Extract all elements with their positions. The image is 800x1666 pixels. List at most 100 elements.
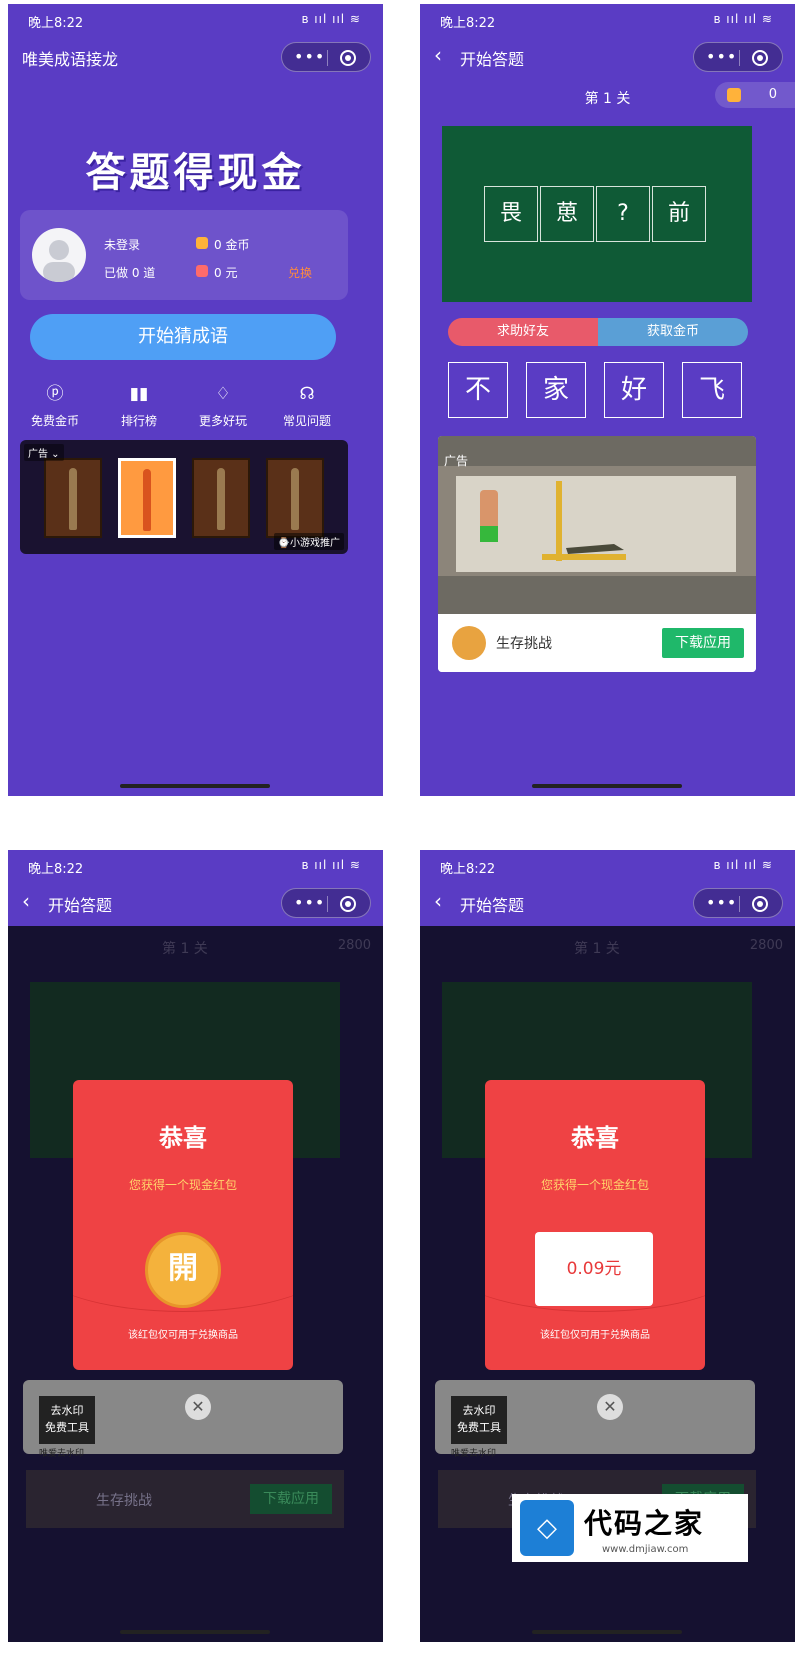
nav-bar: ‹ 开始答题 ••• — [420, 880, 795, 926]
more-icon[interactable]: ••• — [706, 47, 737, 66]
red-packet-subtitle: 您获得一个现金红包 — [540, 1178, 649, 1192]
watermark-app-name: 唯爱去水印 — [451, 1449, 497, 1459]
answer-option[interactable]: 好 — [604, 362, 664, 418]
home-indicator — [532, 784, 682, 788]
coin-icon — [196, 237, 208, 249]
status-bar: 晚上8:22 ʙ ııl ııl ≋ — [420, 4, 795, 34]
get-coins-button[interactable]: 获取金币 — [598, 318, 748, 346]
ad-footer-dimmed: 生存挑战 下载应用 — [26, 1470, 344, 1528]
signal-icons: ʙ ııl ııl ≋ — [713, 858, 773, 872]
ad-banner[interactable]: 广告 ⌄ ⌚小游戏推广 — [20, 440, 348, 554]
cash-balance: 0 元 — [214, 266, 238, 280]
status-time: 晚上8:22 — [440, 862, 496, 877]
user-avatar-icon — [43, 240, 75, 282]
menu-free-coins[interactable]: ⓟ 免费金币 — [20, 384, 90, 429]
more-icon[interactable]: ••• — [294, 47, 325, 66]
miniprogram-capsule[interactable]: ••• — [693, 888, 783, 918]
ask-friend-button[interactable]: 求助好友 — [448, 318, 598, 346]
user-card: 未登录 已做 0 道 0 金币 0 元 兑换 — [20, 210, 348, 300]
status-time: 晚上8:22 — [28, 862, 84, 877]
home-indicator — [120, 784, 270, 788]
overlay[interactable]: 第 1 关 2800 生存挑战 下载应用 恭喜 您获得一个现金红包 開 该红包仅… — [8, 926, 383, 1642]
close-miniprogram-icon[interactable] — [340, 50, 356, 66]
status-time: 晚上8:22 — [28, 16, 84, 31]
coin-icon — [727, 88, 741, 102]
congrats-title: 恭喜 — [159, 1124, 207, 1152]
signal-icons: ʙ ııl ııl ≋ — [301, 858, 361, 872]
brand-title: 代码之家 — [584, 1507, 705, 1540]
more-icon[interactable]: ••• — [706, 893, 737, 912]
miniprogram-capsule[interactable]: ••• — [281, 888, 371, 918]
answered-count: 已做 0 道 — [104, 266, 156, 280]
back-icon[interactable]: ‹ — [434, 889, 442, 913]
open-red-packet-button[interactable]: 開 — [145, 1232, 221, 1308]
menu-more-fun[interactable]: ♢ 更多好玩 — [188, 384, 258, 429]
home-indicator — [532, 1630, 682, 1634]
back-icon[interactable]: ‹ — [434, 43, 442, 67]
ad-footer: 生存挑战 下载应用 — [438, 614, 756, 672]
close-miniprogram-icon[interactable] — [752, 50, 768, 66]
close-miniprogram-icon[interactable] — [752, 896, 768, 912]
status-bar: 晚上8:22 ʙ ııl ııl ≋ — [8, 4, 383, 34]
nav-bar: 唯美成语接龙 ••• — [8, 34, 383, 80]
miniprogram-capsule[interactable]: ••• — [693, 42, 783, 72]
nav-title: 唯美成语接龙 — [22, 50, 119, 69]
sword-card — [44, 458, 102, 538]
watermark-ad[interactable]: 去水印 免费工具 唯爱去水印 ✕ — [23, 1380, 343, 1459]
ad-tag: 广告 — [444, 454, 469, 468]
hero-title: 答题得现金 — [85, 150, 306, 196]
ad-tag[interactable]: 广告 ⌄ — [24, 444, 64, 461]
start-guess-button[interactable]: 开始猜成语 — [30, 314, 336, 360]
coin-icon: ⓟ — [46, 384, 64, 404]
ad-game-image[interactable]: 广告 — [438, 436, 756, 614]
signal-icons: ʙ ııl ııl ≋ — [301, 12, 361, 26]
coin-value: 2800 — [337, 938, 371, 953]
idiom-tile-blank[interactable]: ? — [596, 186, 650, 242]
answer-option[interactable]: 飞 — [682, 362, 742, 418]
reward-modal-screen: 晚上8:22 ʙ ııl ııl ≋ ‹ 开始答题 ••• 第 1 关 2800… — [8, 850, 383, 1642]
menu-ranking[interactable]: ▮▮ 排行榜 — [104, 384, 174, 429]
back-icon[interactable]: ‹ — [22, 889, 30, 913]
idiom-tile: 葸 — [540, 186, 594, 242]
sword-card — [266, 458, 324, 538]
coin-counter: 0 — [715, 82, 795, 108]
menu-faq[interactable]: ☊ 常见问题 — [272, 384, 342, 429]
level-label: 第 1 关 — [574, 941, 620, 957]
coin-value: 2800 — [749, 938, 783, 953]
watermark-tool-icon: 去水印 免费工具 — [451, 1396, 507, 1444]
status-bar: 晚上8:22 ʙ ııl ııl ≋ — [8, 850, 383, 880]
close-icon[interactable]: ✕ — [185, 1394, 211, 1420]
signal-icons: ʙ ııl ııl ≋ — [713, 12, 773, 26]
home-screen: 晚上8:22 ʙ ııl ııl ≋ 唯美成语接龙 ••• 答题得现金 未登录 … — [8, 4, 383, 796]
sword-card — [192, 458, 250, 538]
red-packet-subtitle: 您获得一个现金红包 — [128, 1178, 237, 1192]
sword-card-selected — [118, 458, 176, 538]
brand-url: www.dmjiaw.com — [602, 1544, 689, 1555]
login-status[interactable]: 未登录 — [104, 236, 140, 253]
red-packet: 恭喜 您获得一个现金红包 開 该红包仅可用于兑换商品 — [73, 1080, 293, 1370]
brand-icon: ◇ — [520, 1500, 574, 1556]
download-app-button[interactable]: 下载应用 — [662, 628, 744, 658]
app-name: 生存挑战 — [496, 636, 552, 652]
red-packet-amount: 0.09元 — [535, 1232, 653, 1306]
idiom-tile: 畏 — [484, 186, 538, 242]
coin-balance: 0 金币 — [214, 238, 250, 252]
video-ad[interactable]: 广告 生存挑战 下载应用 — [438, 436, 756, 672]
bar-chart-icon: ▮▮ — [129, 384, 149, 404]
answer-option[interactable]: 不 — [448, 362, 508, 418]
watermark-ad[interactable]: 去水印 免费工具 唯爱去水印 ✕ — [435, 1380, 755, 1459]
close-miniprogram-icon[interactable] — [340, 896, 356, 912]
avatar[interactable] — [32, 228, 86, 282]
close-icon[interactable]: ✕ — [597, 1394, 623, 1420]
more-icon[interactable]: ••• — [294, 893, 325, 912]
cash-icon — [196, 265, 208, 277]
home-indicator — [120, 1630, 270, 1634]
quiz-screen: 晚上8:22 ʙ ııl ııl ≋ ‹ 开始答题 ••• 第 1 关 0 畏 … — [420, 4, 795, 796]
idiom-board: 畏 葸 ? 前 — [442, 126, 752, 302]
nav-title: 开始答题 — [48, 896, 113, 915]
exchange-link[interactable]: 兑换 — [288, 264, 312, 281]
miniprogram-capsule[interactable]: ••• — [281, 42, 371, 72]
level-label: 第 1 关 — [162, 941, 208, 957]
ad-source: ⌚小游戏推广 — [273, 533, 344, 550]
answer-option[interactable]: 家 — [526, 362, 586, 418]
